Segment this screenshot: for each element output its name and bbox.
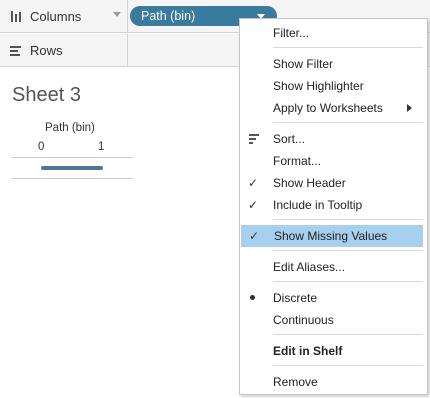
checkmark-icon: ✓: [248, 198, 259, 212]
rows-shelf-label: Rows: [0, 34, 128, 66]
checkmark-icon: ✓: [248, 176, 259, 190]
header-divider: [12, 157, 133, 158]
menu-separator: [273, 334, 423, 335]
submenu-arrow-icon: [407, 104, 412, 112]
columns-shelf-label: Columns: [0, 0, 128, 32]
menu-item-show-missing-values[interactable]: ✓ Show Missing Values: [241, 225, 423, 247]
menu-separator: [273, 219, 423, 220]
bin-mark[interactable]: [41, 166, 103, 170]
context-menu: Filter... Show Filter Show Highlighter A…: [239, 18, 428, 395]
menu-separator: [273, 122, 423, 123]
menu-item-show-highlighter[interactable]: Show Highlighter: [240, 75, 427, 97]
chevron-down-icon[interactable]: [113, 12, 121, 17]
pane-divider: [12, 178, 133, 179]
menu-item-edit-aliases[interactable]: Edit Aliases...: [240, 256, 427, 278]
menu-item-format[interactable]: Format...: [240, 150, 427, 172]
axis-title: Path (bin): [45, 122, 95, 134]
menu-item-continuous[interactable]: Continuous: [240, 309, 427, 331]
columns-label: Columns: [30, 8, 82, 24]
columns-icon: [8, 10, 24, 22]
radio-dot-icon: [250, 295, 255, 300]
menu-item-remove[interactable]: Remove: [240, 371, 427, 393]
menu-item-sort[interactable]: Sort...: [240, 128, 427, 150]
checkmark-icon: ✓: [249, 229, 260, 243]
rows-label: Rows: [30, 42, 63, 58]
menu-separator: [273, 250, 423, 251]
sheet-title: Sheet 3: [12, 84, 81, 106]
menu-item-discrete[interactable]: Discrete: [240, 287, 427, 309]
menu-item-include-in-tooltip[interactable]: ✓ Include in Tooltip: [240, 194, 427, 216]
tick-label: 0: [38, 141, 45, 153]
menu-item-apply-to-worksheets[interactable]: Apply to Worksheets: [240, 97, 427, 119]
menu-item-filter[interactable]: Filter...: [240, 22, 427, 44]
tick-label: 1: [98, 141, 105, 153]
menu-separator: [273, 281, 423, 282]
rows-icon: [8, 45, 24, 56]
menu-item-edit-in-shelf[interactable]: Edit in Shelf: [240, 340, 427, 362]
menu-separator: [273, 47, 423, 48]
pill-label: Path (bin): [141, 9, 196, 23]
menu-item-show-filter[interactable]: Show Filter: [240, 53, 427, 75]
menu-separator: [273, 365, 423, 366]
sort-icon: [249, 134, 259, 144]
menu-item-show-header[interactable]: ✓ Show Header: [240, 172, 427, 194]
